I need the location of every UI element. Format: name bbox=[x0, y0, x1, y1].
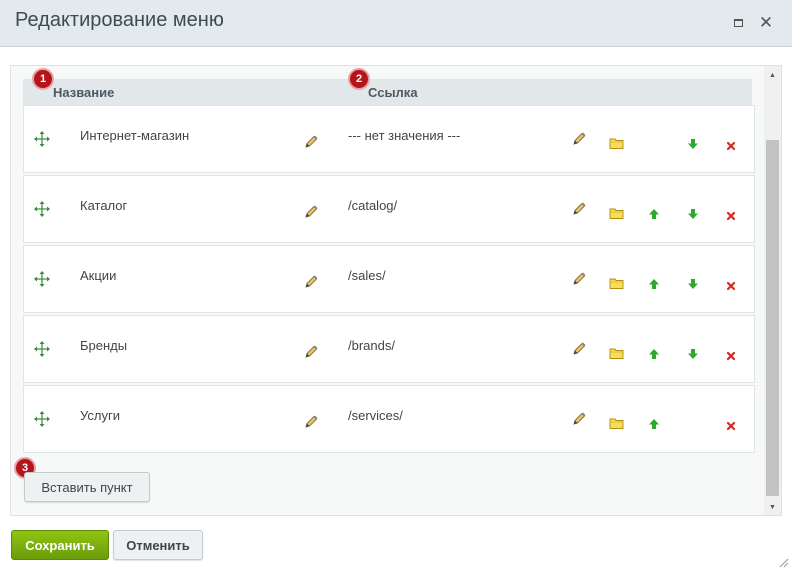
column-header-name: Название bbox=[53, 85, 115, 100]
dialog-titlebar: Редактирование меню ✕ bbox=[0, 0, 792, 47]
table-header: Название Ссылка bbox=[23, 79, 752, 105]
scroll-down-icon[interactable]: ▼ bbox=[764, 500, 781, 514]
menu-item-row: Интернет-магазин --- нет значения --- bbox=[23, 105, 755, 173]
delete-x-icon[interactable] bbox=[726, 208, 742, 224]
arrow-down-icon[interactable] bbox=[687, 207, 703, 223]
delete-x-icon[interactable] bbox=[726, 278, 742, 294]
menu-item-link: /sales/ bbox=[348, 268, 386, 283]
dialog-title: Редактирование меню bbox=[15, 9, 224, 31]
menu-item-name: Услуги bbox=[80, 408, 120, 423]
folder-icon[interactable] bbox=[609, 276, 625, 292]
menu-item-link: /services/ bbox=[348, 408, 403, 423]
vertical-scrollbar[interactable]: ▲ ▼ bbox=[764, 66, 781, 515]
close-icon: ✕ bbox=[758, 13, 774, 32]
drag-handle-icon[interactable] bbox=[33, 410, 51, 428]
drag-handle-icon[interactable] bbox=[33, 130, 51, 148]
menu-item-link: --- нет значения --- bbox=[348, 128, 461, 143]
arrow-up-icon[interactable] bbox=[648, 277, 664, 293]
folder-icon[interactable] bbox=[609, 136, 625, 152]
menu-item-name: Интернет-магазин bbox=[80, 128, 190, 143]
menu-item-row: Услуги/services/ bbox=[23, 385, 755, 453]
edit-link-pencil-icon[interactable] bbox=[571, 411, 587, 427]
arrow-up-icon[interactable] bbox=[648, 207, 664, 223]
step-badge-2: 2 bbox=[348, 68, 370, 90]
delete-x-icon[interactable] bbox=[726, 138, 742, 154]
resize-grip-icon[interactable] bbox=[778, 557, 789, 568]
scroll-thumb[interactable] bbox=[766, 140, 779, 496]
arrow-down-icon[interactable] bbox=[687, 137, 703, 153]
delete-x-icon[interactable] bbox=[726, 348, 742, 364]
arrow-down-icon[interactable] bbox=[687, 347, 703, 363]
maximize-button[interactable] bbox=[728, 13, 748, 33]
menu-item-row: Бренды/brands/ bbox=[23, 315, 755, 383]
arrow-up-icon[interactable] bbox=[648, 347, 664, 363]
save-button[interactable]: Сохранить bbox=[11, 530, 109, 560]
column-header-link: Ссылка bbox=[368, 85, 418, 100]
insert-item-button[interactable]: Вставить пункт bbox=[24, 472, 150, 502]
menu-item-link: /brands/ bbox=[348, 338, 395, 353]
edit-name-pencil-icon[interactable] bbox=[303, 204, 319, 220]
menu-item-link: /catalog/ bbox=[348, 198, 398, 213]
close-button[interactable]: ✕ bbox=[756, 13, 776, 33]
folder-icon[interactable] bbox=[609, 346, 625, 362]
folder-icon[interactable] bbox=[609, 416, 625, 432]
edit-name-pencil-icon[interactable] bbox=[303, 414, 319, 430]
scroll-up-icon[interactable]: ▲ bbox=[764, 68, 781, 82]
edit-name-pencil-icon[interactable] bbox=[303, 344, 319, 360]
step-badge-1: 1 bbox=[32, 68, 54, 90]
maximize-icon bbox=[733, 19, 743, 27]
edit-name-pencil-icon[interactable] bbox=[303, 274, 319, 290]
edit-link-pencil-icon[interactable] bbox=[571, 341, 587, 357]
delete-x-icon[interactable] bbox=[726, 418, 742, 434]
menu-item-name: Каталог bbox=[80, 198, 128, 213]
arrow-down-icon[interactable] bbox=[687, 277, 703, 293]
drag-handle-icon[interactable] bbox=[33, 270, 51, 288]
edit-link-pencil-icon[interactable] bbox=[571, 201, 587, 217]
drag-handle-icon[interactable] bbox=[33, 200, 51, 218]
menu-item-row: Акции/sales/ bbox=[23, 245, 755, 313]
menu-item-name: Бренды bbox=[80, 338, 128, 353]
edit-link-pencil-icon[interactable] bbox=[571, 131, 587, 147]
drag-handle-icon[interactable] bbox=[33, 340, 51, 358]
menu-item-row: Каталог/catalog/ bbox=[23, 175, 755, 243]
edit-link-pencil-icon[interactable] bbox=[571, 271, 587, 287]
edit-name-pencil-icon[interactable] bbox=[303, 134, 319, 150]
cancel-button[interactable]: Отменить bbox=[113, 530, 203, 560]
arrow-up-icon[interactable] bbox=[648, 417, 664, 433]
folder-icon[interactable] bbox=[609, 206, 625, 222]
menu-item-name: Акции bbox=[80, 268, 117, 283]
